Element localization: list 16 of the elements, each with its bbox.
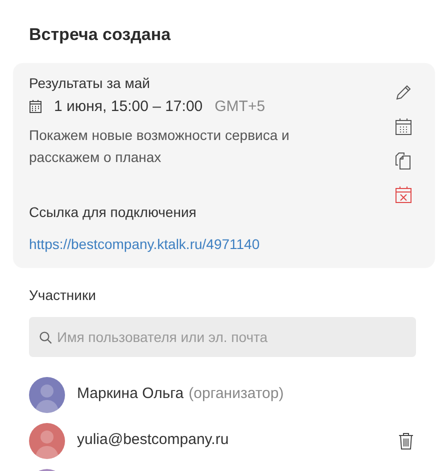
meeting-name: Результаты за май <box>29 74 151 92</box>
delete-button[interactable] <box>396 430 416 450</box>
timezone: GMT+5 <box>214 96 266 116</box>
page-title: Встреча создана <box>28 24 172 46</box>
meeting-description: Покажем новые возможности сервиса и расскажем о планах <box>29 126 290 167</box>
link-label: Ссылка для подключения <box>29 202 198 222</box>
participant-role: (организатор) <box>188 384 284 404</box>
search-field[interactable]: Имя пользователя или эл. почта <box>29 316 416 356</box>
copy-button[interactable] <box>393 150 413 170</box>
participants-heading: Участники <box>29 286 97 304</box>
meeting-link[interactable]: https://bestcompany.ktalk.ru/4971140 <box>29 234 260 254</box>
participant-name: yulia@bestcompany.ru <box>77 430 229 450</box>
calendar-icon <box>29 100 42 113</box>
meeting-datetime: 1 июня, 15:00 – 17:00 <box>54 96 203 116</box>
search-icon <box>39 330 52 344</box>
participant-name: Маркина Ольга <box>77 384 184 404</box>
